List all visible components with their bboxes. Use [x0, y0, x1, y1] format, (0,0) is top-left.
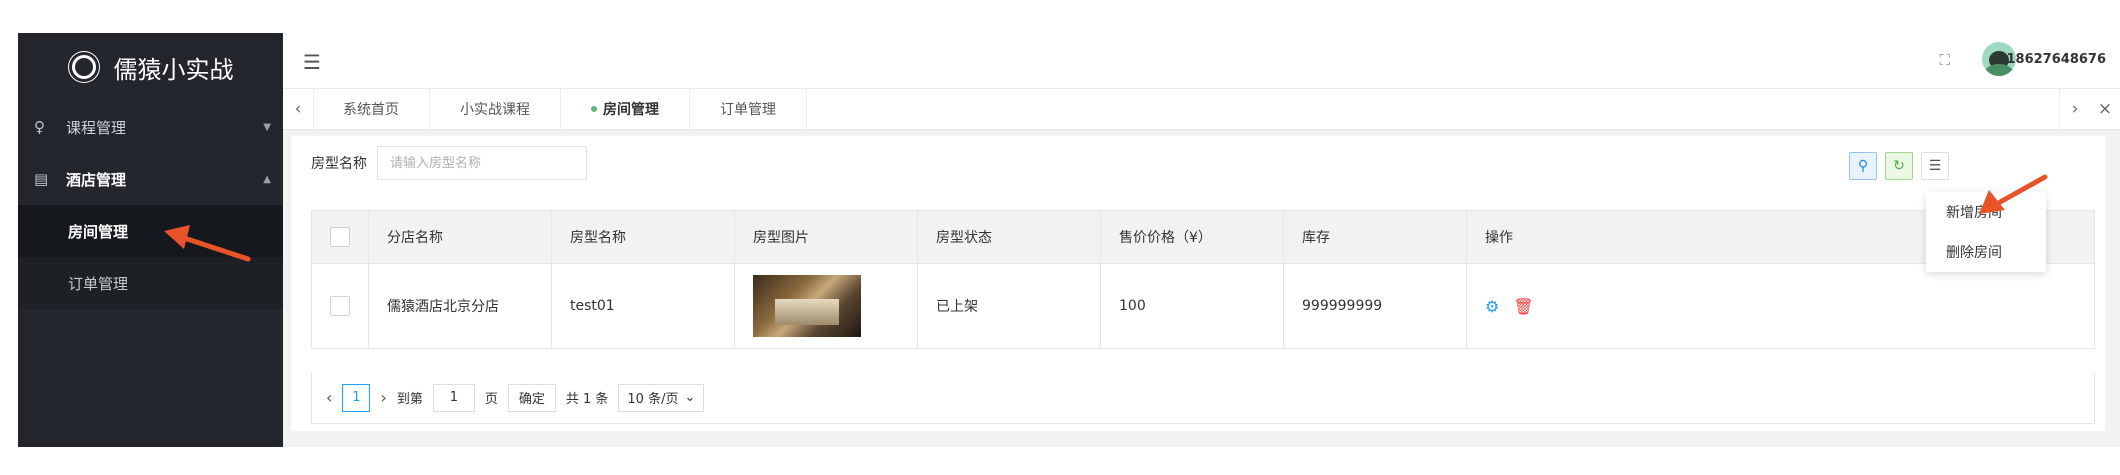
tab-bar: ‹ 系统首页 小实战课程 房间管理 订单管理 › × [283, 89, 2120, 130]
app-title: 儒猿小实战 [113, 55, 234, 84]
page-size-value: 10 条/页 [627, 392, 679, 407]
cell-price: 100 [1100, 263, 1284, 349]
username[interactable]: 18627648676 [2007, 52, 2107, 67]
column-header: 库存 [1283, 210, 1467, 264]
header-checkbox-cell [311, 210, 369, 264]
tab-prev-icon[interactable]: ‹ [283, 89, 314, 129]
toolbar-menu-button[interactable]: ☰ [1921, 152, 1949, 180]
sidebar-group-course[interactable]: ♀ 课程管理 ▼ [18, 101, 283, 153]
room-table: 分店名称 房型名称 房型图片 房型状态 售价价格（¥） 库存 操作 儒猿酒店北京… [311, 210, 2095, 349]
tab-label: 订单管理 [720, 102, 776, 118]
column-header: 房型图片 [734, 210, 918, 264]
total-count: 共 1 条 [565, 392, 609, 407]
tab-list: 系统首页 小实战课程 房间管理 订单管理 [313, 89, 807, 129]
chevron-down-icon: ⌄ [684, 390, 696, 405]
sidebar-group-label: 课程管理 [66, 118, 127, 137]
select-all-checkbox[interactable] [330, 227, 350, 247]
tab-order[interactable]: 订单管理 [690, 89, 807, 129]
main-area: ☰ ⛶ 18627648676 ‹ 系统首页 小实战课程 房间管理 订单管理 ›… [283, 33, 2120, 447]
column-header: 分店名称 [368, 210, 552, 264]
next-page-icon[interactable]: › [380, 388, 386, 407]
tab-room[interactable]: 房间管理 [561, 89, 690, 129]
fullscreen-icon[interactable]: ⛶ [1939, 51, 1950, 69]
cell-branch: 儒猿酒店北京分店 [368, 263, 552, 349]
pagination: ‹ 1 › 到第 1 页 确定 共 1 条 10 条/页 ⌄ [311, 372, 2095, 424]
tab-label: 房间管理 [603, 102, 659, 118]
content-panel: 房型名称 ⚲ ↻ ☰ 分店名称 房型名称 房型图片 房型状态 售价价格（¥） 库… [291, 136, 2105, 431]
prev-page-icon[interactable]: ‹ [326, 388, 332, 407]
search-button[interactable]: ⚲ [1849, 152, 1877, 180]
annotation-arrow-icon [1979, 174, 2048, 214]
logo: 儒猿小实战 [18, 33, 283, 101]
filter-bar: 房型名称 [311, 146, 587, 180]
user-icon: ♀ [34, 118, 45, 136]
sidebar-group-label: 酒店管理 [66, 170, 127, 189]
chevron-down-icon: ▼ [263, 121, 271, 133]
room-image[interactable] [753, 275, 861, 337]
list-icon: ☰ [1928, 158, 1942, 174]
sidebar-group-hotel[interactable]: ▤ 酒店管理 ▲ [18, 153, 283, 205]
delete-trash-icon[interactable]: 🗑 [1513, 297, 1533, 316]
refresh-icon: ↻ [1893, 158, 1905, 174]
filter-label: 房型名称 [311, 156, 367, 172]
menu-toggle-icon[interactable]: ☰ [303, 50, 321, 74]
goto-page-input[interactable]: 1 [432, 383, 475, 412]
page-size-select[interactable]: 10 条/页 ⌄ [618, 383, 705, 412]
tab-home[interactable]: 系统首页 [313, 89, 430, 129]
tab-course[interactable]: 小实战课程 [430, 89, 561, 129]
logo-icon [67, 51, 100, 83]
edit-gear-icon[interactable]: ⚙ [1485, 297, 1499, 316]
page-number-current[interactable]: 1 [342, 383, 371, 412]
row-checkbox[interactable] [330, 296, 350, 316]
tab-label: 小实战课程 [460, 102, 530, 118]
column-header: 房型状态 [917, 210, 1101, 264]
cell-stock: 999999999 [1283, 263, 1467, 349]
room-type-search-input[interactable] [377, 146, 587, 180]
menu-item-delete-room[interactable]: 删除房间 [1926, 232, 2046, 272]
column-header: 售价价格（¥） [1100, 210, 1284, 264]
top-header: ☰ ⛶ 18627648676 [283, 33, 2120, 89]
app-window: 儒猿小实战 ♀ 课程管理 ▼ ▤ 酒店管理 ▲ 房间管理 订单管理 ☰ ⛶ 18… [18, 33, 2120, 447]
cell-room-image [734, 263, 918, 349]
search-icon: ⚲ [1857, 158, 1869, 174]
column-header: 房型名称 [551, 210, 735, 264]
table-row: 儒猿酒店北京分店 test01 已上架 100 999999999 ⚙ 🗑 [311, 263, 2095, 349]
cell-actions: ⚙ 🗑 [1466, 263, 2095, 349]
active-dot-icon [591, 106, 597, 112]
goto-prefix: 到第 [396, 392, 423, 407]
annotation-arrow-icon [164, 225, 251, 262]
chevron-up-icon: ▲ [263, 173, 271, 185]
cell-room-type: test01 [551, 263, 735, 349]
goto-confirm-button[interactable]: 确定 [507, 383, 556, 412]
tab-next-icon[interactable]: › [2059, 89, 2090, 129]
tab-close-icon[interactable]: × [2090, 89, 2120, 129]
goto-suffix: 页 [484, 392, 498, 407]
refresh-button[interactable]: ↻ [1885, 152, 1913, 180]
table-header-row: 分店名称 房型名称 房型图片 房型状态 售价价格（¥） 库存 操作 [311, 210, 2095, 264]
building-icon: ▤ [34, 170, 49, 188]
cell-status: 已上架 [917, 263, 1101, 349]
tab-label: 系统首页 [343, 102, 399, 118]
row-checkbox-cell [311, 263, 369, 349]
